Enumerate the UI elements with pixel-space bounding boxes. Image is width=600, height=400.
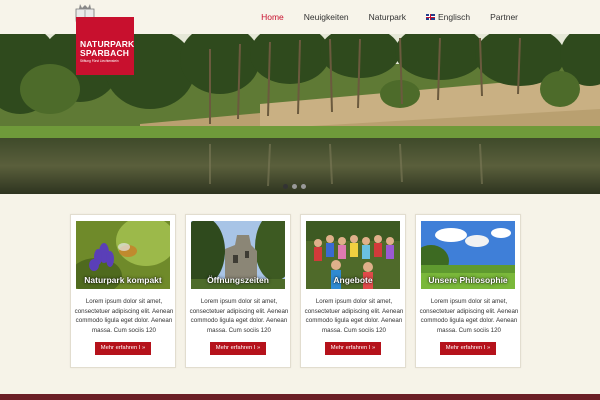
card-text: Lorem ipsum dolor sit amet, consectetuer… <box>304 298 404 335</box>
card-naturpark-kompakt: Naturpark kompakt Lorem ipsum dolor sit … <box>70 214 176 368</box>
card-title: Öffnungszeiten <box>207 275 269 285</box>
card-image-meadow: Unsere Philosophie <box>421 221 515 289</box>
uk-flag-icon <box>425 14 435 20</box>
slider-dots <box>283 184 306 189</box>
nav-item-home[interactable]: Home <box>251 12 294 22</box>
card-button-mehr-erfahren[interactable]: Mehr erfahren I » <box>325 342 381 355</box>
card-unsere-philosophie: Unsere Philosophie Lorem ipsum dolor sit… <box>415 214 521 368</box>
footer-bar <box>0 394 600 400</box>
card-title: Angebote <box>333 275 373 285</box>
card-title: Unsere Philosophie <box>428 275 508 285</box>
card-image-children: Angebote <box>306 221 400 289</box>
card-text: Lorem ipsum dolor sit amet, consectetuer… <box>419 298 519 335</box>
slider-dot[interactable] <box>283 184 288 189</box>
nav-item-englisch-label: Englisch <box>437 12 471 22</box>
logo-badge: NATURPARK SPARBACH Stiftung Fürst Liecht… <box>76 17 134 75</box>
card-image-bee: Naturpark kompakt <box>76 221 170 289</box>
card-text: Lorem ipsum dolor sit amet, consectetuer… <box>189 298 289 335</box>
card-text: Lorem ipsum dolor sit amet, consectetuer… <box>74 298 174 335</box>
logo-subtitle: Stiftung Fürst Liechtenstein <box>80 59 119 63</box>
card-angebote: Angebote Lorem ipsum dolor sit amet, con… <box>300 214 406 368</box>
card-image-ruin: Öffnungszeiten <box>191 221 285 289</box>
feature-cards: Naturpark kompakt Lorem ipsum dolor sit … <box>70 214 521 368</box>
logo-text-sparbach: SPARBACH <box>80 48 130 58</box>
nav-item-neuigkeiten[interactable]: Neuigkeiten <box>294 12 359 22</box>
nav-item-englisch[interactable]: Englisch <box>416 12 480 22</box>
site-logo[interactable]: NATURPARK SPARBACH Stiftung Fürst Liecht… <box>70 3 134 75</box>
nav-menu: Home Neuigkeiten Naturpark Englisch Part… <box>251 0 518 34</box>
nav-item-naturpark[interactable]: Naturpark <box>359 12 416 22</box>
nav-item-partner[interactable]: Partner <box>480 12 518 22</box>
card-button-mehr-erfahren[interactable]: Mehr erfahren I » <box>95 342 151 355</box>
card-oeffnungszeiten: Öffnungszeiten Lorem ipsum dolor sit ame… <box>185 214 291 368</box>
slider-dot[interactable] <box>301 184 306 189</box>
slider-dot[interactable] <box>292 184 297 189</box>
card-button-mehr-erfahren[interactable]: Mehr erfahren I » <box>440 342 496 355</box>
card-title: Naturpark kompakt <box>84 275 162 285</box>
card-button-mehr-erfahren[interactable]: Mehr erfahren I » <box>210 342 266 355</box>
